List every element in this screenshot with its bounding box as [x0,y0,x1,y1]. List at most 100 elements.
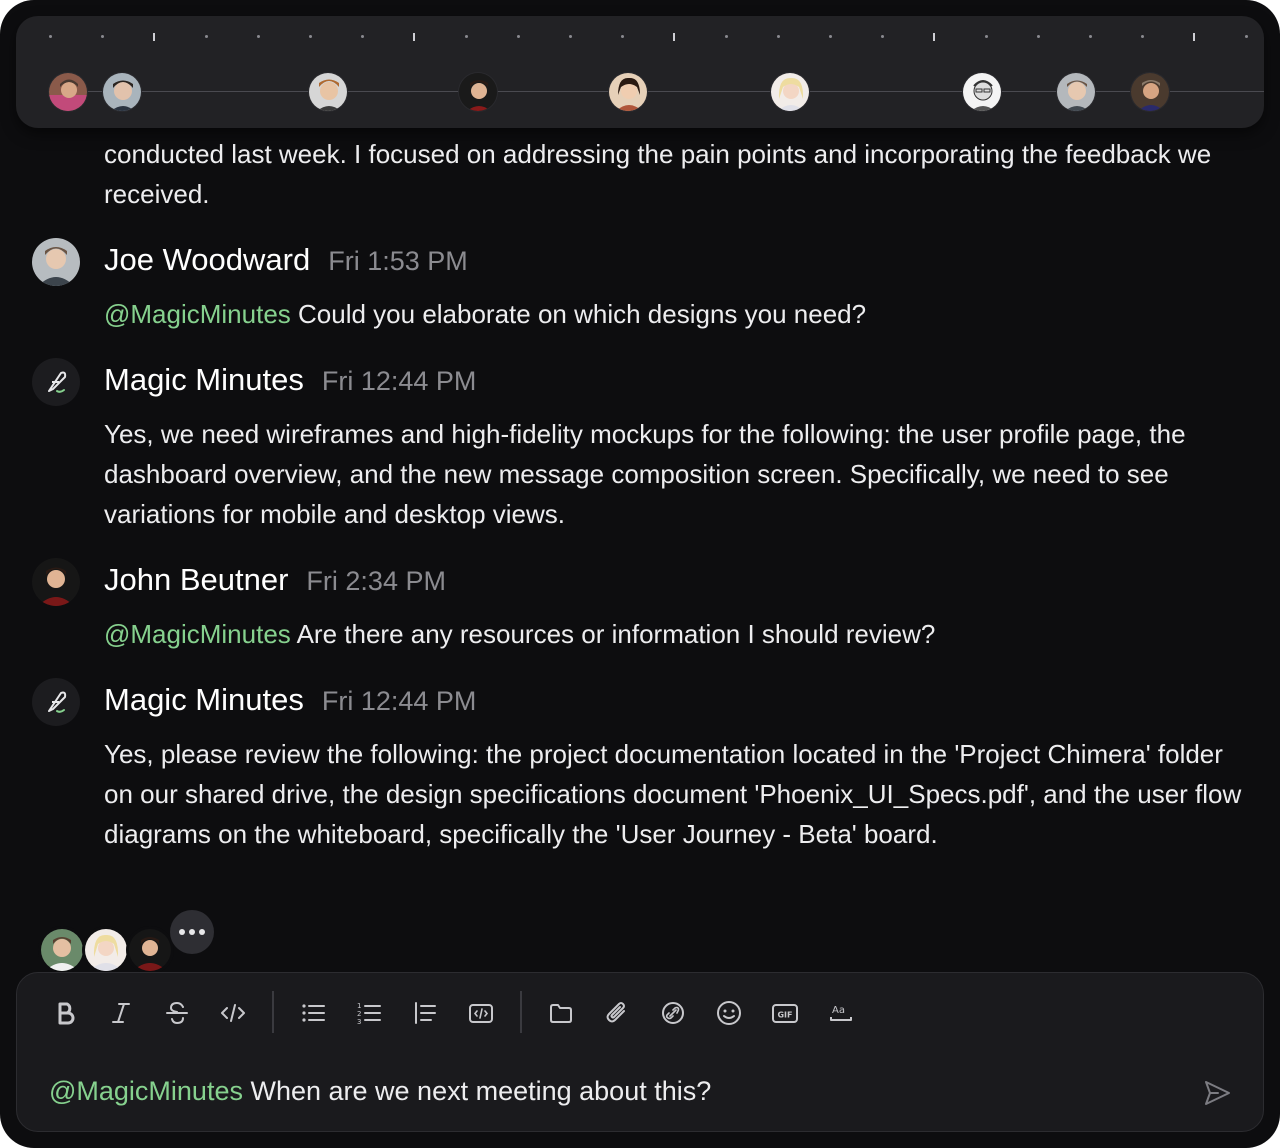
message-header: Magic Minutes Fri 12:44 PM [104,682,476,722]
quill-icon [48,371,67,393]
timeline-avatar-4[interactable] [458,72,498,112]
timeline-avatar-7[interactable] [962,72,1002,112]
message-header: John Beutner Fri 2:34 PM [104,562,446,602]
svg-text:2: 2 [357,1010,361,1018]
svg-text:3: 3 [357,1018,361,1026]
author-name[interactable]: Joe Woodward [104,242,310,278]
gif-icon: GIF [772,1004,798,1023]
typing-avatar-1 [38,926,86,974]
timeline-minor-tick [465,35,468,38]
svg-text:1: 1 [357,1002,361,1010]
message-list[interactable]: conducted last week. I focused on addres… [0,0,1280,974]
author-name[interactable]: John Beutner [104,562,288,598]
avatar-joe-woodward[interactable] [32,238,80,286]
emoji-button[interactable] [709,993,749,1033]
bullet-list-button[interactable] [293,993,333,1033]
timeline-avatar-8[interactable] [1056,72,1096,112]
svg-text:GIF: GIF [777,1011,792,1020]
timeline-minor-tick [257,35,260,38]
numbered-list-button[interactable]: 123 [349,993,389,1033]
bullet-list-icon [302,1004,325,1022]
bold-icon [58,1002,75,1025]
more-typing-icon [170,910,214,954]
code-button[interactable] [213,993,253,1033]
author-name[interactable]: Magic Minutes [104,362,304,398]
timeline-major-tick [153,33,155,41]
message-body: Could you elaborate on which designs you… [290,299,867,329]
numbered-list-icon: 123 [357,1002,381,1026]
input-text: When are we next meeting about this? [242,1076,712,1106]
blockquote-icon [415,1002,436,1024]
typing-avatar-3 [126,926,174,974]
bold-button[interactable] [45,993,85,1033]
timeline-minor-tick [777,35,780,38]
svg-text:Aa: Aa [832,1005,845,1016]
typing-avatar-2 [82,926,130,974]
code-icon [221,1004,245,1022]
italic-button[interactable] [101,993,141,1033]
typing-indicator [38,910,238,974]
insert-link-button[interactable] [653,993,693,1033]
timeline-ticks [16,33,1264,41]
author-name[interactable]: Magic Minutes [104,682,304,718]
avatar-john-beutner[interactable] [32,558,80,606]
timeline-avatar-5[interactable] [608,72,648,112]
timeline-minor-tick [1141,35,1144,38]
attach-file-button[interactable] [597,993,637,1033]
avatar-magic-minutes[interactable] [32,678,80,726]
timeline-minor-tick [49,35,52,38]
timeline-major-tick [933,33,935,41]
timeline-minor-tick [205,35,208,38]
timeline-avatar-3[interactable] [308,72,348,112]
code-block-icon [469,1004,493,1023]
mention-link[interactable]: @MagicMinutes [104,619,291,649]
text-format-button[interactable]: Aa [821,993,861,1033]
message-input[interactable]: @MagicMinutes When are we next meeting a… [49,1071,1149,1111]
timeline-avatar-2[interactable] [102,72,142,112]
quill-icon [48,691,67,713]
timeline-major-tick [673,33,675,41]
message-header: Joe Woodward Fri 1:53 PM [104,242,468,282]
timeline-minor-tick [881,35,884,38]
avatar-magic-minutes[interactable] [32,358,80,406]
mention-link[interactable]: @MagicMinutes [49,1076,243,1106]
timeline-minor-tick [309,35,312,38]
chat-window: conducted last week. I focused on addres… [0,0,1280,1148]
message-text-partial: conducted last week. I focused on addres… [104,139,1212,209]
message-body: Are there any resources or information I… [290,619,936,649]
message-timestamp: Fri 1:53 PM [328,246,468,276]
timeline-avatar-9[interactable] [1130,72,1170,112]
toolbar-divider [272,991,274,1033]
send-button[interactable] [1197,1073,1237,1113]
mention-link[interactable]: @MagicMinutes [104,299,291,329]
timeline-minor-tick [361,35,364,38]
folder-icon [550,1004,572,1023]
message-header: Magic Minutes Fri 12:44 PM [104,362,476,402]
timeline-minor-tick [1089,35,1092,38]
message-text: @MagicMinutes Could you elaborate on whi… [104,294,1244,334]
timeline-major-tick [1193,33,1195,41]
message-composer: 123 GIF Aa @MagicMinutes When are we nex… [16,972,1264,1132]
timeline-minor-tick [569,35,572,38]
timeline-major-tick [413,33,415,41]
timeline-minor-tick [829,35,832,38]
attach-folder-button[interactable] [541,993,581,1033]
code-block-button[interactable] [461,993,501,1033]
timeline-avatar-1[interactable] [48,72,88,112]
message-text: @MagicMinutes Are there any resources or… [104,614,1244,654]
gif-button[interactable]: GIF [765,993,805,1033]
message-timestamp: Fri 2:34 PM [306,566,446,596]
timeline-avatar-6[interactable] [770,72,810,112]
timeline-minor-tick [1037,35,1040,38]
strikethrough-button[interactable] [157,993,197,1033]
strikethrough-icon [166,1001,188,1025]
send-icon [1205,1081,1230,1105]
timeline-minor-tick [101,35,104,38]
timeline-minor-tick [1245,35,1248,38]
message-timestamp: Fri 12:44 PM [321,366,477,396]
paperclip-icon [606,1002,625,1023]
timeline-minor-tick [517,35,520,38]
message-timestamp: Fri 12:44 PM [321,686,477,716]
participant-timeline[interactable] [16,16,1264,128]
blockquote-button[interactable] [405,993,445,1033]
